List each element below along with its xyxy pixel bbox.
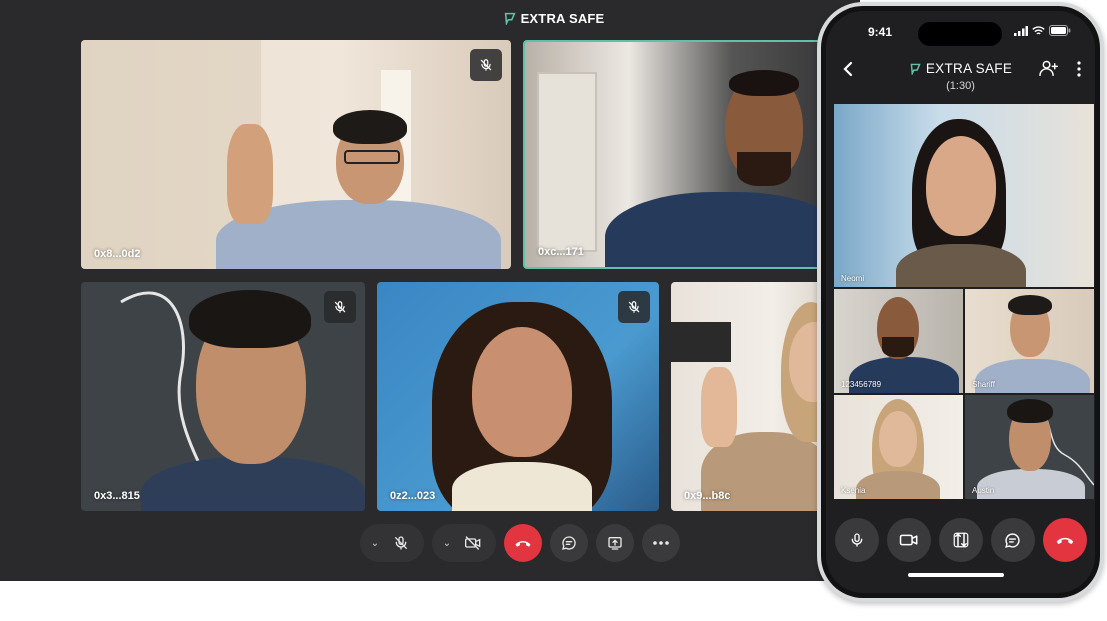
- participant-name-label: Neomi: [841, 274, 865, 283]
- call-duration: (1:30): [946, 80, 975, 92]
- phone-call-controls: [826, 518, 1095, 562]
- phone-mic-button[interactable]: [834, 518, 879, 562]
- phone-video-button[interactable]: [886, 518, 931, 562]
- desktop-call-window: 0x8...0d2 0xc...171 0x3...815 0z2...023 …: [0, 0, 860, 581]
- desktop-title-text: EXTRA SAFE: [520, 11, 605, 26]
- share-screen-icon: [608, 537, 622, 550]
- participant-name-label: Ksenia: [841, 486, 866, 495]
- muted-badge: [618, 291, 650, 323]
- participant-tile-1[interactable]: 0x8...0d2: [81, 40, 511, 269]
- share-screen-button[interactable]: [596, 524, 634, 562]
- phone-participant-tile-3[interactable]: Shariff: [965, 289, 1094, 393]
- camera-options-chevron-down-icon[interactable]: ⌄: [440, 538, 454, 549]
- camera-control-group: ⌄: [432, 524, 496, 562]
- flip-camera-icon: [953, 532, 968, 548]
- phone-bezel: 9:41 EXTRA SAFE (1:30) Neomi 123456789 S…: [821, 6, 1100, 598]
- mute-mic-button[interactable]: [382, 524, 420, 562]
- participant-name-label: 0x9...b8c: [684, 490, 731, 502]
- phone-title-text: EXTRA SAFE: [925, 61, 1013, 76]
- participant-name-label: 0z2...023: [390, 490, 436, 502]
- mic-off-icon: [395, 536, 407, 550]
- status-bar-icons: [1014, 25, 1071, 36]
- participant-tile-5[interactable]: 0x9...b8c: [671, 282, 841, 511]
- add-participant-icon[interactable]: [1039, 59, 1059, 77]
- mic-off-icon: [480, 59, 492, 71]
- battery-icon: [1049, 25, 1071, 36]
- participant-tile-3[interactable]: 0x3...815: [81, 282, 365, 511]
- more-options-button[interactable]: [642, 524, 680, 562]
- chat-icon: [1005, 532, 1020, 548]
- mic-icon: [851, 533, 862, 547]
- camera-off-icon: [464, 536, 481, 550]
- muted-badge: [470, 49, 502, 81]
- chat-button[interactable]: [550, 524, 588, 562]
- video-camera-icon: [899, 534, 917, 546]
- phone-call-header: EXTRA SAFE (1:30): [826, 55, 1095, 99]
- participant-name-label: 123456789: [841, 380, 882, 389]
- dynamic-island: [918, 22, 1002, 46]
- wifi-icon: [1032, 25, 1045, 34]
- mic-off-icon: [334, 301, 346, 313]
- mic-control-group: ⌄: [360, 524, 424, 562]
- participant-name-label: Austin: [972, 486, 995, 495]
- chat-icon: [562, 536, 576, 550]
- call-toolbar: ⌄ ⌄: [360, 524, 688, 562]
- signal-icon: [1014, 25, 1028, 36]
- phone-end-call-button[interactable]: [1042, 518, 1087, 562]
- phone-device: 9:41 EXTRA SAFE (1:30) Neomi 123456789 S…: [817, 2, 1104, 602]
- phone-flip-camera-button[interactable]: [938, 518, 983, 562]
- participant-name-label: 0x8...0d2: [94, 248, 141, 260]
- participant-name-label: 0xc...171: [538, 246, 584, 258]
- participant-name-label: 0x3...815: [94, 490, 140, 502]
- phone-participant-tile-main[interactable]: Neomi: [834, 104, 1094, 287]
- mic-off-icon: [628, 301, 640, 313]
- more-dots-icon: [653, 541, 669, 545]
- phone-chat-button[interactable]: [990, 518, 1035, 562]
- participant-tile-4[interactable]: 0z2...023: [377, 282, 659, 511]
- hang-up-icon: [1056, 537, 1073, 545]
- participant-name-label: Shariff: [972, 380, 995, 389]
- home-indicator[interactable]: [908, 573, 1004, 577]
- participant-tile-2[interactable]: 0xc...171: [523, 40, 823, 269]
- status-bar-time: 9:41: [868, 25, 893, 39]
- mic-options-chevron-down-icon[interactable]: ⌄: [368, 538, 382, 549]
- extra-safe-logo-icon: [504, 12, 516, 25]
- hang-up-icon: [515, 541, 531, 547]
- camera-toggle-button[interactable]: [454, 524, 492, 562]
- phone-participant-tile-5[interactable]: Austin: [965, 395, 1094, 499]
- end-call-button[interactable]: [504, 524, 542, 562]
- phone-screen: 9:41 EXTRA SAFE (1:30) Neomi 123456789 S…: [826, 11, 1095, 593]
- extra-safe-logo-icon: [910, 63, 921, 75]
- phone-participant-tile-4[interactable]: Ksenia: [834, 395, 963, 499]
- muted-badge: [324, 291, 356, 323]
- more-vertical-icon[interactable]: [1077, 61, 1081, 77]
- phone-participant-tile-2[interactable]: 123456789: [834, 289, 963, 393]
